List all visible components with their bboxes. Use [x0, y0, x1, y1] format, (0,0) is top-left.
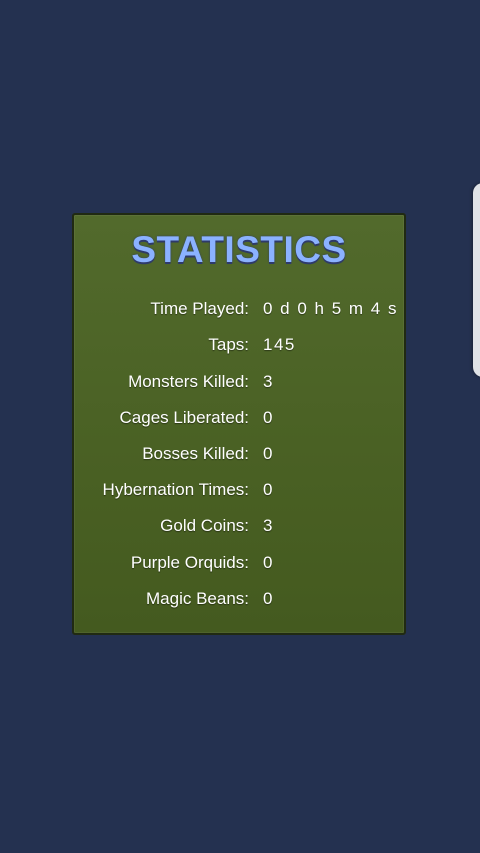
stat-value: 3 [263, 516, 274, 535]
stat-label: Bosses Killed: [142, 444, 249, 463]
stat-row-monsters-killed: Monsters Killed: 3 [74, 372, 404, 396]
stat-value: 0 [263, 589, 274, 608]
stat-label: Cages Liberated: [119, 408, 249, 427]
side-drawer-handle[interactable] [473, 183, 480, 377]
stat-row-magic-beans: Magic Beans: 0 [74, 589, 404, 613]
stat-row-bosses-killed: Bosses Killed: 0 [74, 444, 404, 468]
stat-label: Purple Orquids: [130, 553, 249, 572]
stat-label: Magic Beans: [146, 589, 249, 608]
stat-row-taps: Taps: 145 [74, 335, 404, 359]
stat-value: 0 [263, 444, 274, 463]
stat-label: Monsters Killed: [128, 372, 249, 391]
statistics-panel: STATISTICS Time Played: 0 d 0 h 5 m 4 s … [72, 213, 406, 635]
stat-value: 0 d 0 h 5 m 4 s [263, 299, 398, 318]
stat-row-gold-coins: Gold Coins: 3 [74, 516, 404, 540]
panel-title: STATISTICS [131, 229, 347, 270]
stat-value: 0 [263, 553, 274, 572]
stat-value: 0 [263, 408, 274, 427]
stat-row-cages-liberated: Cages Liberated: 0 [74, 408, 404, 432]
stat-value: 3 [263, 372, 274, 391]
stat-label: Gold Coins: [160, 516, 249, 535]
stat-row-time-played: Time Played: 0 d 0 h 5 m 4 s [74, 299, 404, 323]
stat-label: Hybernation Times: [102, 480, 249, 499]
stat-value: 0 [263, 480, 274, 499]
stat-row-purple-orquids: Purple Orquids: 0 [74, 553, 404, 577]
stat-label: Taps: [208, 335, 249, 354]
stat-row-hybernation-times: Hybernation Times: 0 [74, 480, 404, 504]
stat-label: Time Played: [150, 299, 249, 318]
stat-value: 145 [263, 335, 296, 354]
